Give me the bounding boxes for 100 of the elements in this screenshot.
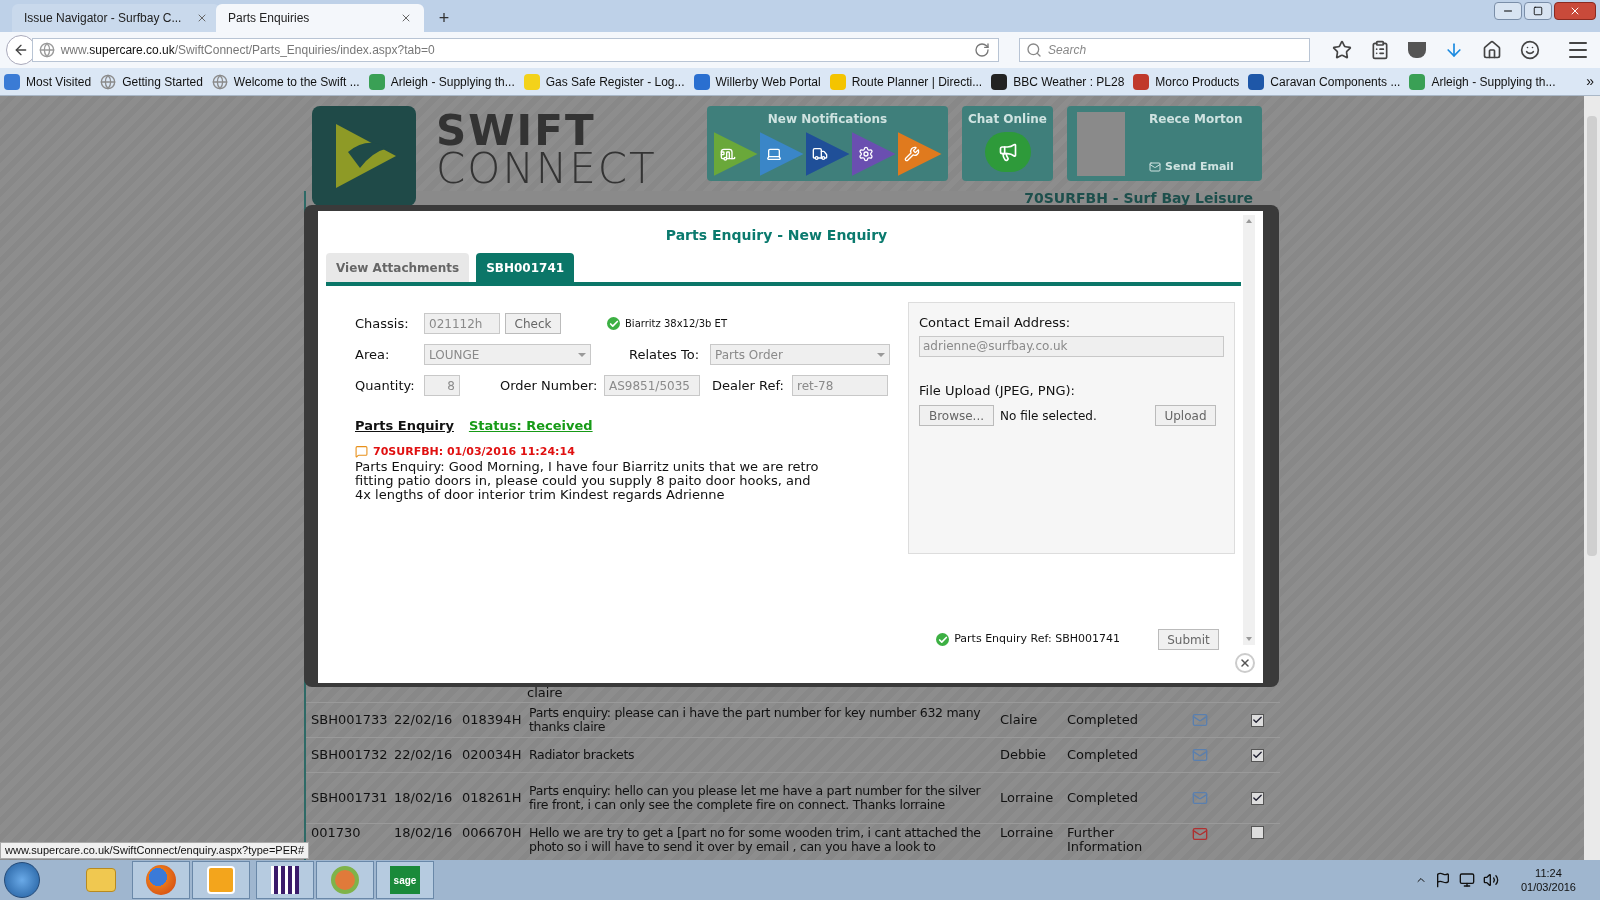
field-label: Area: [355,345,391,364]
avatar-placeholder [1077,111,1125,176]
bookmark-star-icon[interactable] [1332,40,1352,60]
dialog-tab[interactable]: SBH001741 [476,253,575,282]
dialog-tab[interactable]: View Attachments [326,253,470,282]
table-cell-text: 001730 [311,826,362,840]
close-icon[interactable] [196,12,208,24]
field-label: File Upload (JPEG, PNG): [919,381,1076,400]
row-checkbox[interactable] [1251,713,1264,727]
site-icon [523,73,540,90]
envelope-icon [1149,160,1161,173]
table-cell-text: SBH001732 [311,748,389,762]
flag-icon[interactable] [1434,872,1451,888]
pocket-icon[interactable] [1408,42,1426,58]
restore-icon[interactable] [1533,6,1543,16]
bookmark-item[interactable]: Morco Products [1133,72,1240,91]
site-icon [368,73,385,90]
bookmark-item[interactable]: Caravan Components ... [1248,72,1401,91]
home-icon[interactable] [1482,40,1502,60]
clock[interactable]: 11:24 01/03/2016 [1520,866,1576,894]
table-cell-text: 020034H [462,748,523,762]
table-cell: claire [527,685,563,700]
browser-tab[interactable]: Issue Navigator - Surfbay C... [12,4,220,32]
user-name: Reece Morton [1149,111,1243,128]
reload-icon[interactable] [974,42,991,58]
browser-tab[interactable]: Parts Enquiries [216,4,424,32]
search-icon [1026,42,1043,58]
restore-button[interactable] [1524,2,1552,20]
table-cell-text: Parts enquiry: please can i have the part number for key number 632 many thanks claire [529,706,982,734]
comment-icon [355,445,368,459]
bookmark-item[interactable]: Arleigh - Supplying th... [1409,72,1556,91]
close-window-button[interactable] [1554,2,1596,20]
status-link[interactable]: Status: Received [468,416,593,436]
site-icon [829,73,846,90]
table-cell-text: 18/02/16 [394,791,454,805]
bookmark-item[interactable]: BBC Weather : PL28 [991,72,1125,91]
browse-button[interactable]: Browse... [919,405,994,426]
bookmark-item[interactable]: Gas Safe Register - Log... [523,72,685,91]
sage-app-icon[interactable]: sage [390,866,420,894]
table-cell-text: Hello we are try to get a [part no for some wooden trim, i cant attached the photo so i will have to send it over by email , can you have a look to [529,826,982,854]
speaker-icon[interactable] [1482,872,1499,888]
table-cell-text: SBH001733 [311,713,389,727]
address-bar[interactable]: www.supercare.co.uk/SwiftConnect/Parts_Enquiries/index.aspx?tab=0 [31,38,1000,62]
success-icon [936,633,950,646]
table-cell-text: Radiator brackets [529,748,636,762]
table-cell-text: Lorraine [1000,791,1055,805]
globe-icon [100,73,117,90]
submit-button[interactable]: Submit [1158,629,1219,650]
chassis-result: Biarritz 38x12/3b ET [625,317,727,331]
message-body: Parts Enquiry: Good Morning, I have four Biarritz units that we are retro fitting patio doors in, please could you supply 8 paito door hooks, and 4x lengths of door interior trim Kindest regards Adrienne [355,460,820,502]
site-icon [1248,73,1265,90]
table-cell-text: Completed [1067,713,1139,727]
file-status: No file selected. [1000,407,1097,425]
grid-app-icon[interactable] [271,866,299,894]
reference-text: Parts Enquiry Ref: SBH001741 [954,631,1120,648]
bookmark-item[interactable]: Most Visited [4,72,92,91]
logo-text: CONNECT [436,150,657,188]
search-field[interactable]: Search [1019,38,1310,62]
new-tab-button[interactable]: + [430,4,458,32]
table-cell-text: Parts enquiry: hello can you please let me have a part number for the silver fire front, i can only see the complete fire on connect. Thanks lorraine [529,784,982,812]
field-label: Relates To: [629,345,701,364]
check-button[interactable]: Check [505,313,561,334]
start-button[interactable] [4,862,40,898]
globe-icon [211,73,228,90]
site-icon [1409,73,1426,90]
bookmark-item[interactable]: Arleigh - Supplying th... [368,72,515,91]
panel-title: Chat Online [968,111,1047,128]
table-cell-text: Claire [1000,713,1039,727]
table-cell-text: 22/02/16 [394,748,454,762]
upload-button[interactable]: Upload [1155,405,1216,426]
network-icon[interactable] [1458,872,1475,888]
more-bookmarks-button[interactable]: » [1586,71,1594,92]
site-icon [1133,73,1150,90]
table-cell-text: SBH001731 [311,791,389,805]
modal-title: Parts Enquiry - New Enquiry [665,227,888,243]
close-icon[interactable] [400,12,412,24]
success-icon [607,317,620,330]
row-checkbox[interactable] [1251,748,1264,762]
site-icon [4,73,20,90]
bookmark-item[interactable]: Route Planner | Directi... [829,72,983,91]
field-label: Quantity: [355,376,416,395]
bookmark-item[interactable]: Willerby Web Portal [693,72,821,91]
table-cell-text: 018394H [462,713,523,727]
close-icon[interactable] [1569,5,1581,17]
swift-logo-icon [312,106,416,206]
megaphone-icon[interactable] [984,132,1031,172]
reading-list-icon[interactable] [1370,40,1390,60]
table-cell-text: 018261H [462,791,523,805]
table-cell-text: Completed [1067,791,1139,805]
globe-icon [38,42,55,58]
bookmark-item[interactable]: Welcome to the Swift ... [211,72,360,91]
bookmark-item[interactable]: Getting Started [100,72,203,91]
table-cell-text: Further Information [1067,826,1144,854]
row-checkbox[interactable] [1251,826,1264,839]
row-checkbox[interactable] [1251,791,1264,805]
chat-bubble-icon[interactable] [1520,40,1540,60]
field-label: Order Number: [500,376,599,395]
message-author: 70SURFBH: 01/03/2016 11:24:14 [373,443,575,460]
minimize-button[interactable] [1494,2,1522,20]
table-cell-text: Lorraine [1000,826,1055,840]
